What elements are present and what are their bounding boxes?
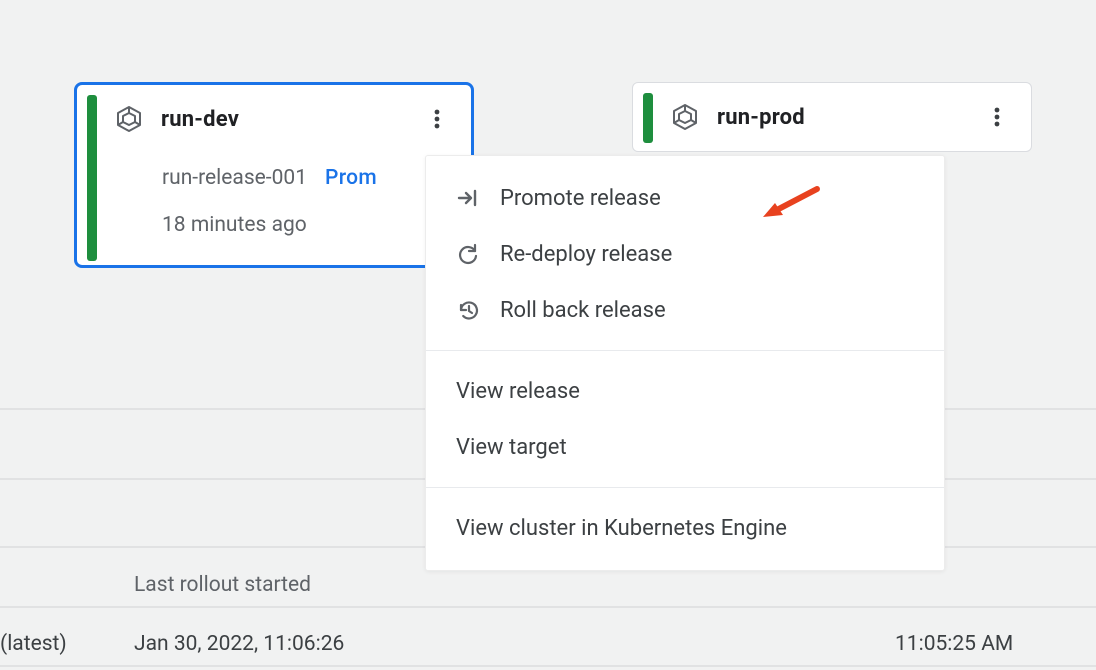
gke-icon: [115, 105, 143, 133]
timestamp-value: 11:05:25 AM: [895, 632, 1013, 656]
divider: [0, 665, 1096, 667]
target-name: run-dev: [161, 107, 239, 132]
target-card-dev[interactable]: run-dev run-release-001 Prom 18 minutes …: [74, 82, 474, 268]
more-actions-button[interactable]: [981, 101, 1013, 133]
more-actions-button[interactable]: [421, 103, 453, 135]
menu-item-label: View release: [456, 379, 580, 404]
menu-separator: [426, 350, 944, 351]
menu-item-label: View target: [456, 435, 567, 460]
menu-item-label: View cluster in Kubernetes Engine: [456, 516, 787, 541]
menu-item-label: Promote release: [500, 186, 661, 211]
release-latest-tag: (latest): [0, 632, 67, 656]
menu-separator: [426, 487, 944, 488]
target-actions-menu: Promote release Re-deploy release Roll b…: [425, 155, 945, 571]
table-row[interactable]: (latest) Jan 30, 2022, 11:06:26 11:05:25…: [0, 614, 1096, 670]
menu-item-label: Roll back release: [500, 298, 666, 323]
menu-item-promote-release[interactable]: Promote release: [426, 170, 944, 226]
menu-item-view-release[interactable]: View release: [426, 363, 944, 419]
column-header-last-rollout: Last rollout started: [134, 573, 311, 597]
target-card-prod[interactable]: run-prod: [632, 82, 1032, 152]
menu-item-label: Re-deploy release: [500, 242, 672, 267]
menu-item-view-target[interactable]: View target: [426, 419, 944, 475]
last-rollout-started-value: Jan 30, 2022, 11:06:26: [134, 632, 344, 656]
release-age: 18 minutes ago: [162, 214, 451, 237]
history-icon: [456, 298, 480, 322]
divider: [0, 606, 1096, 608]
menu-item-rollback-release[interactable]: Roll back release: [426, 282, 944, 338]
refresh-icon: [456, 242, 480, 266]
status-rail-ok: [643, 93, 653, 143]
status-rail-ok: [87, 95, 97, 261]
menu-item-view-cluster[interactable]: View cluster in Kubernetes Engine: [426, 500, 944, 556]
menu-item-redeploy-release[interactable]: Re-deploy release: [426, 226, 944, 282]
promote-link[interactable]: Prom: [325, 167, 377, 190]
target-name: run-prod: [717, 105, 805, 130]
release-name: run-release-001: [162, 167, 307, 190]
gke-icon: [671, 103, 699, 131]
arrow-to-bar-icon: [456, 186, 480, 210]
